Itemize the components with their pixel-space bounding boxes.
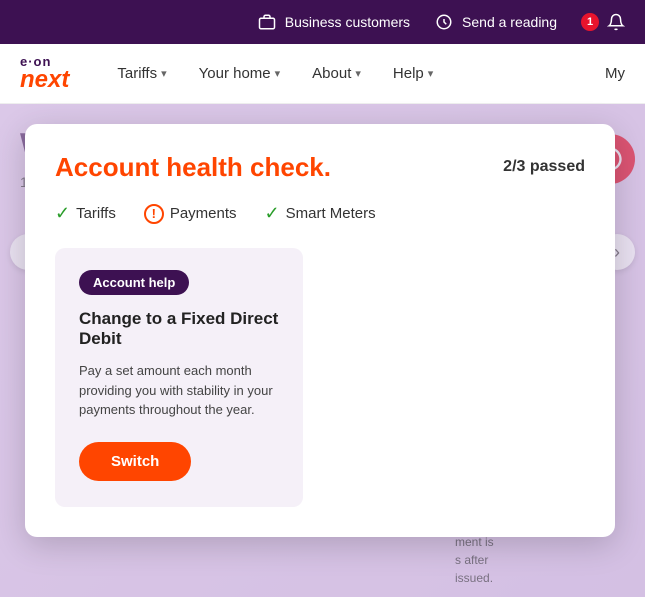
card-description: Pay a set amount each month providing yo… — [79, 361, 279, 420]
modal-header: Account health check. 2/3 passed — [55, 152, 585, 183]
check-tariffs-label: Tariffs — [76, 205, 116, 222]
briefcase-icon — [257, 12, 277, 32]
check-tariffs: ✓ Tariffs — [55, 203, 116, 224]
chevron-down-icon: ▾ — [428, 67, 434, 80]
send-reading-label: Send a reading — [462, 14, 557, 30]
check-payments-label: Payments — [170, 205, 237, 222]
check-smart-meters: ✓ Smart Meters — [265, 203, 376, 224]
nav-item-help[interactable]: Help ▾ — [393, 65, 433, 82]
nav-item-about[interactable]: About ▾ — [312, 65, 361, 82]
nav-item-tariffs[interactable]: Tariffs ▾ — [117, 65, 166, 82]
nav-your-home-label: Your home — [199, 65, 271, 82]
logo[interactable]: e·on next — [20, 55, 69, 92]
bell-icon — [607, 13, 625, 31]
notification-count: 1 — [581, 13, 599, 31]
check-ok-icon: ✓ — [55, 203, 70, 224]
modal-checks: ✓ Tariffs ! Payments ✓ Smart Meters — [55, 203, 585, 224]
check-warn-icon: ! — [144, 204, 164, 224]
nav-my-label: My — [605, 65, 625, 82]
modal-passed: 2/3 passed — [503, 152, 585, 176]
nav-about-label: About — [312, 65, 351, 82]
card-badge: Account help — [79, 270, 189, 295]
check-ok-icon: ✓ — [265, 203, 280, 224]
switch-button[interactable]: Switch — [79, 442, 191, 481]
nav-tariffs-label: Tariffs — [117, 65, 157, 82]
nav-help-label: Help — [393, 65, 424, 82]
chevron-down-icon: ▾ — [355, 67, 361, 80]
health-check-modal: Account health check. 2/3 passed ✓ Tarif… — [25, 124, 615, 537]
nav-item-your-home[interactable]: Your home ▾ — [199, 65, 281, 82]
logo-next: next — [20, 68, 69, 92]
business-label: Business customers — [285, 14, 410, 30]
modal-title: Account health check. — [55, 152, 331, 183]
meter-icon — [434, 12, 454, 32]
chevron-down-icon: ▾ — [275, 67, 281, 80]
check-payments: ! Payments — [144, 204, 237, 224]
nav-bar: e·on next Tariffs ▾ Your home ▾ About ▾ … — [0, 44, 645, 104]
notifications-button[interactable]: 1 — [581, 13, 625, 31]
business-customers-link[interactable]: Business customers — [257, 12, 410, 32]
check-smart-meters-label: Smart Meters — [286, 205, 376, 222]
top-bar: Business customers Send a reading 1 — [0, 0, 645, 44]
send-reading-link[interactable]: Send a reading — [434, 12, 557, 32]
nav-item-my[interactable]: My — [605, 65, 625, 82]
chevron-down-icon: ▾ — [161, 67, 167, 80]
card-title: Change to a Fixed Direct Debit — [79, 309, 279, 349]
account-help-card: Account help Change to a Fixed Direct De… — [55, 248, 303, 507]
